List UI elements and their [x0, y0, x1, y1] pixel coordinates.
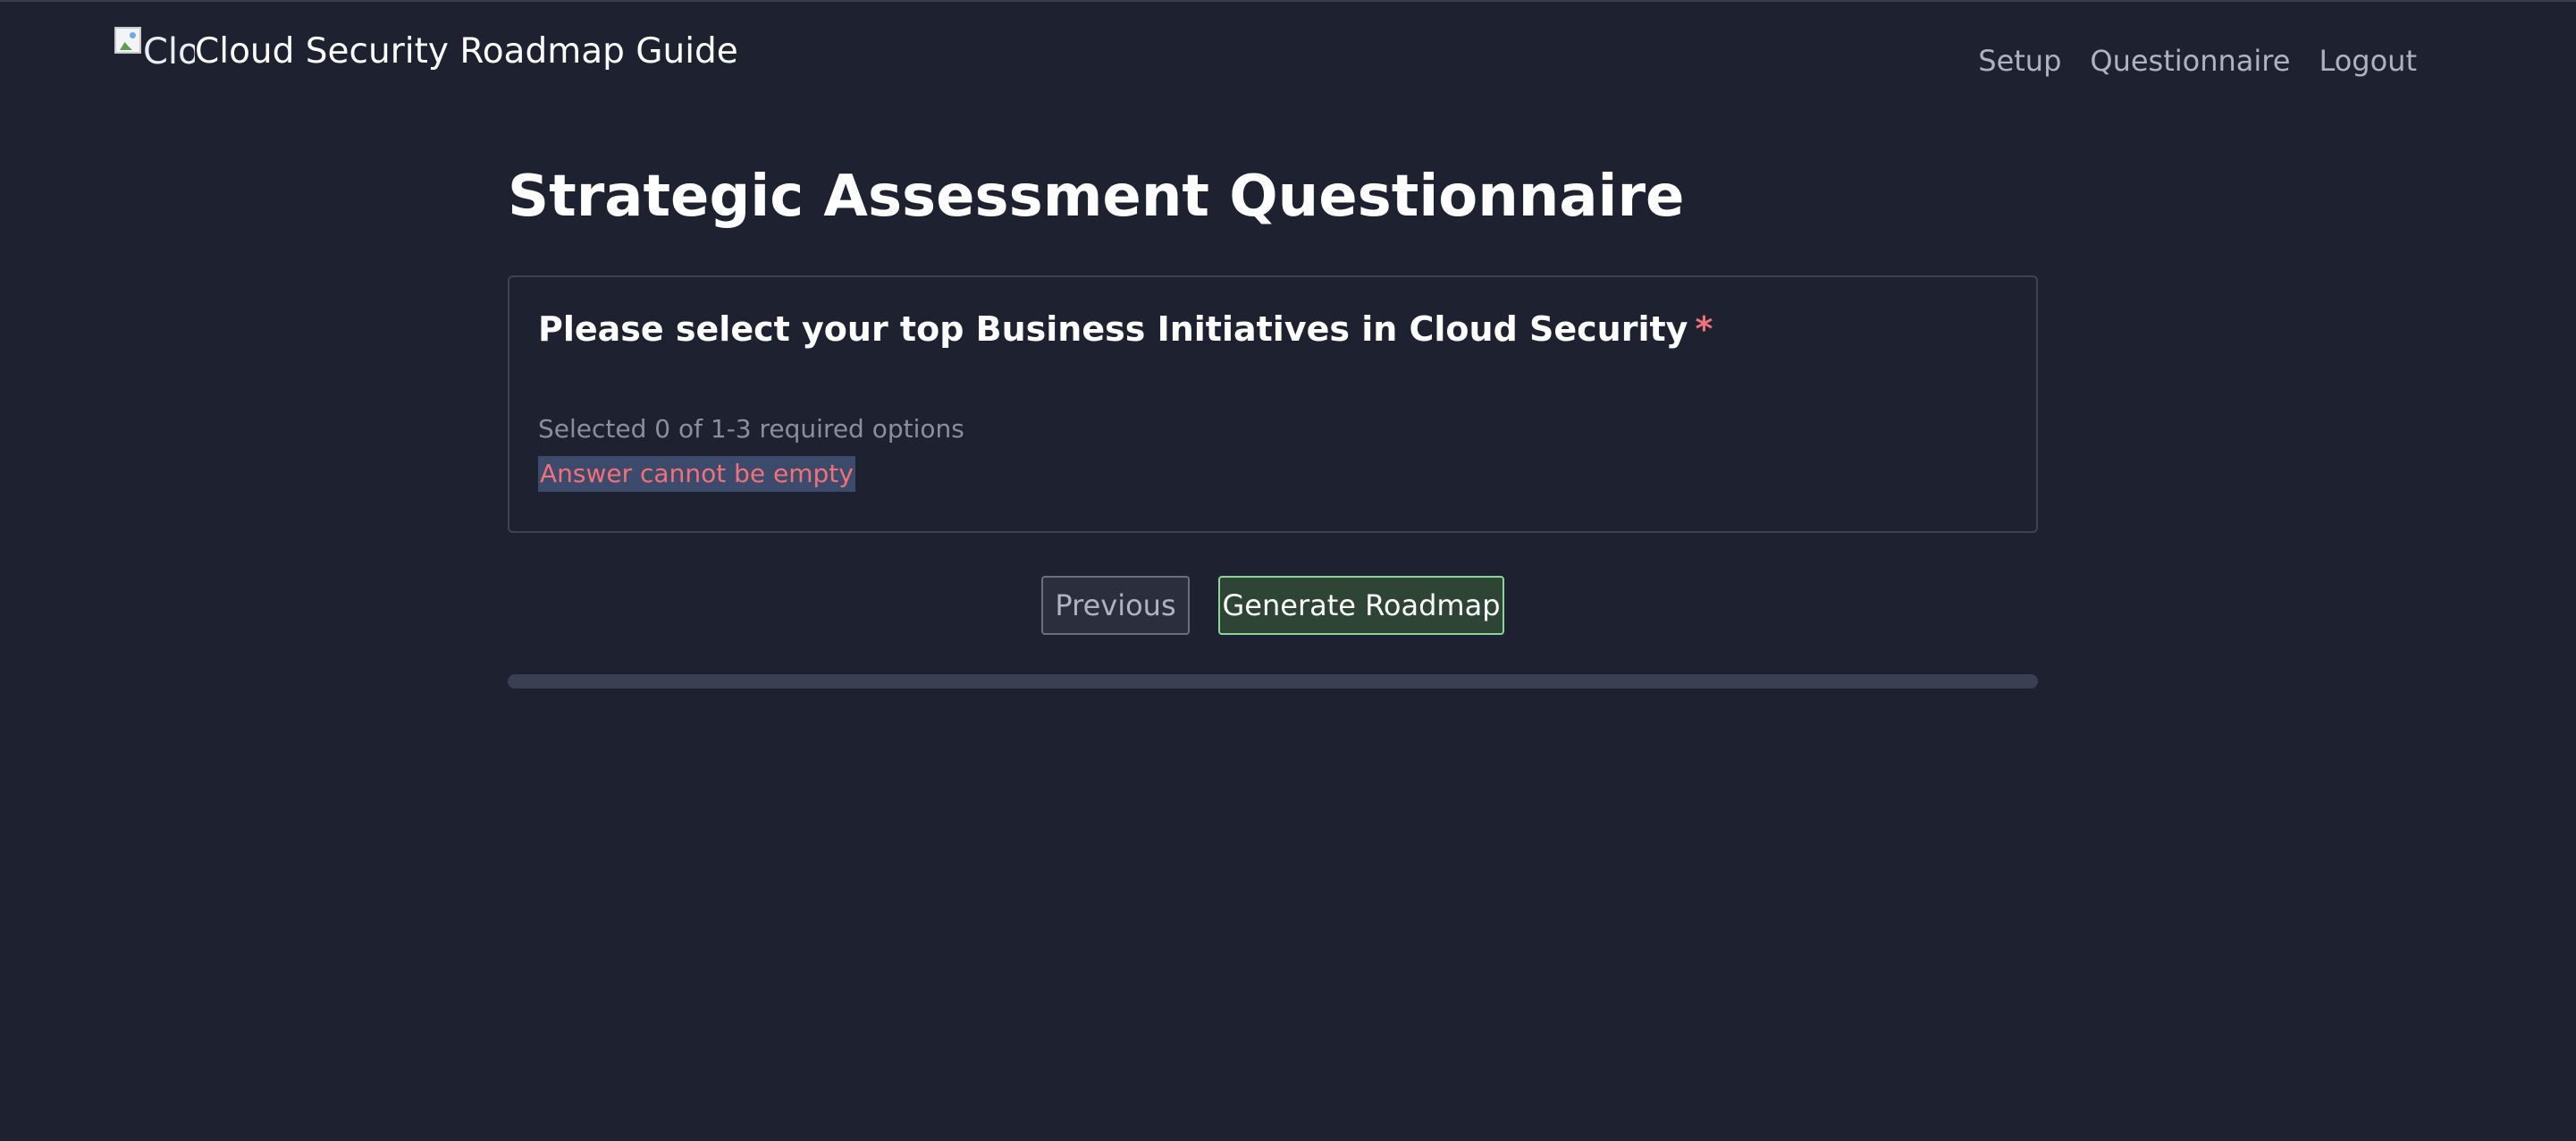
- broken-image-icon: [114, 27, 141, 54]
- validation-error: Answer cannot be empty: [538, 456, 855, 492]
- question-text: Please select your top Business Initiati…: [538, 309, 1688, 349]
- progress-bar: [508, 674, 2038, 689]
- previous-button[interactable]: Previous: [1041, 576, 1190, 635]
- logo-image: Cloud Security Roadmap Guide: [114, 27, 195, 77]
- nav-link-questionnaire[interactable]: Questionnaire: [2090, 39, 2290, 82]
- form-actions: Previous Generate Roadmap: [508, 576, 2038, 635]
- required-marker: *: [1695, 309, 1713, 349]
- app-title: Cloud Security Roadmap Guide: [195, 31, 738, 72]
- nav-link-setup[interactable]: Setup: [1978, 39, 2061, 82]
- navbar: Cloud Security Roadmap Guide Cloud Secur…: [0, 0, 2576, 107]
- top-nav: Setup Questionnaire Logout: [1978, 39, 2417, 82]
- nav-link-logout[interactable]: Logout: [2319, 39, 2417, 82]
- question-card: Please select your top Business Initiati…: [508, 275, 2038, 533]
- brand[interactable]: Cloud Security Roadmap Guide Cloud Secur…: [114, 27, 738, 77]
- question-title: Please select your top Business Initiati…: [538, 304, 1713, 354]
- generate-roadmap-button[interactable]: Generate Roadmap: [1218, 576, 1504, 635]
- logo-alt-text: Cloud Security Roadmap Guide: [143, 31, 195, 72]
- selection-status: Selected 0 of 1-3 required options: [538, 414, 964, 444]
- page-title: Strategic Assessment Questionnaire: [508, 164, 1685, 230]
- main-content: Strategic Assessment Questionnaire Pleas…: [508, 152, 2038, 689]
